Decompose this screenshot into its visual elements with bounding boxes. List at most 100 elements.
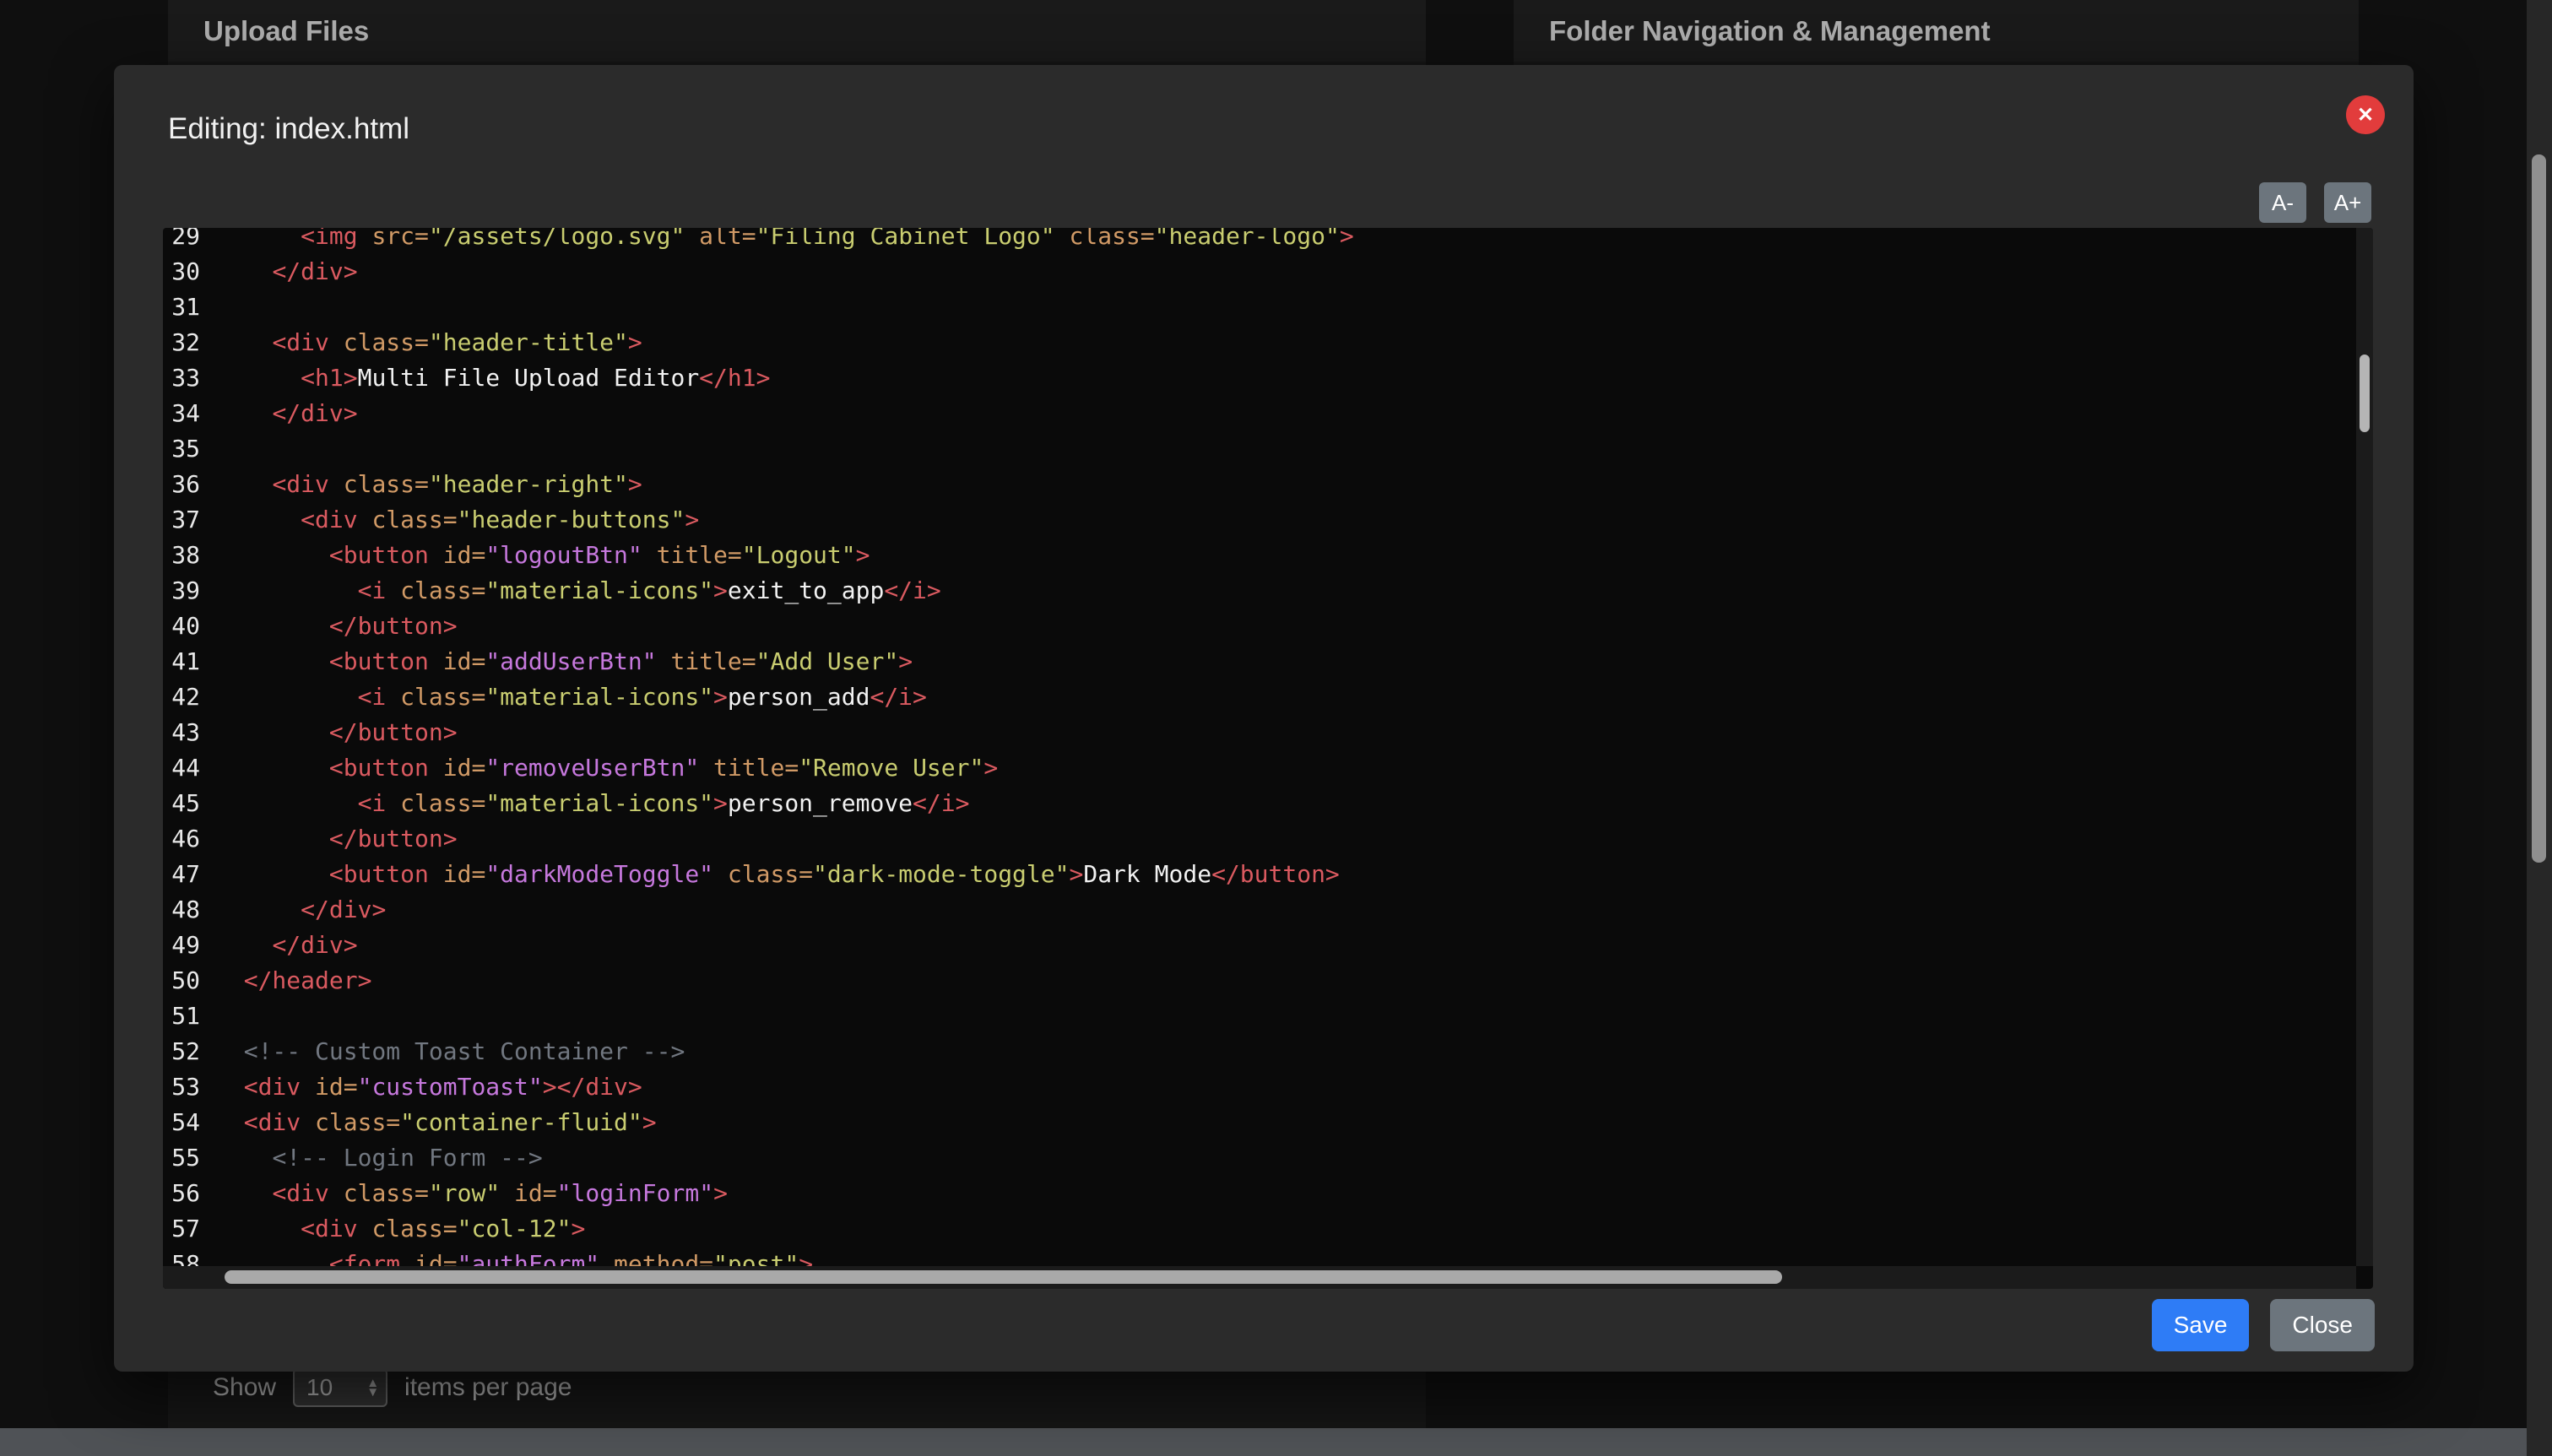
font-decrease-button[interactable]: A- [2259, 182, 2306, 223]
line-number: 44 [163, 750, 200, 786]
code-line: 33 <h1>Multi File Upload Editor</h1> [163, 360, 2356, 396]
code-line: 29 <img src="/assets/logo.svg" alt="Fili… [163, 228, 2356, 254]
modal-title: Editing: index.html [168, 112, 409, 146]
code-text: </button> [200, 821, 458, 857]
code-text: </div> [200, 892, 386, 928]
code-text: <div class="row" id="loginForm"> [200, 1176, 728, 1211]
line-number: 32 [163, 325, 200, 360]
code-line: 46 </button> [163, 821, 2356, 857]
line-number: 46 [163, 821, 200, 857]
line-number: 39 [163, 573, 200, 609]
font-increase-button[interactable]: A+ [2324, 182, 2371, 223]
code-text [200, 999, 215, 1034]
line-number: 56 [163, 1176, 200, 1211]
code-line: 42 <i class="material-icons">person_add<… [163, 679, 2356, 715]
code-line: 45 <i class="material-icons">person_remo… [163, 786, 2356, 821]
code-text: </div> [200, 928, 358, 963]
code-line: 56 <div class="row" id="loginForm"> [163, 1176, 2356, 1211]
code-viewport: 29 <img src="/assets/logo.svg" alt="Fili… [163, 228, 2356, 1266]
code-text: <div class="header-right"> [200, 467, 642, 502]
code-text [200, 431, 215, 467]
line-number: 47 [163, 857, 200, 892]
line-number: 29 [163, 228, 200, 254]
line-number: 36 [163, 467, 200, 502]
line-number: 33 [163, 360, 200, 396]
code-text: </header> [200, 963, 371, 999]
line-number: 43 [163, 715, 200, 750]
code-text [200, 290, 215, 325]
code-text: </button> [200, 609, 458, 644]
code-text: <i class="material-icons">person_remove<… [200, 786, 969, 821]
code-line: 50 </header> [163, 963, 2356, 999]
code-line: 54 <div class="container-fluid"> [163, 1105, 2356, 1140]
code-line: 36 <div class="header-right"> [163, 467, 2356, 502]
code-line: 49 </div> [163, 928, 2356, 963]
line-number: 49 [163, 928, 200, 963]
code-text: <!-- Custom Toast Container --> [200, 1034, 685, 1069]
code-line: 57 <div class="col-12"> [163, 1211, 2356, 1247]
code-line: 41 <button id="addUserBtn" title="Add Us… [163, 644, 2356, 679]
line-number: 55 [163, 1140, 200, 1176]
line-number: 42 [163, 679, 200, 715]
code-text: <div class="header-buttons"> [200, 502, 699, 538]
code-text: <div id="customToast"></div> [200, 1069, 642, 1105]
code-text: <h1>Multi File Upload Editor</h1> [200, 360, 770, 396]
save-button[interactable]: Save [2152, 1299, 2250, 1351]
font-size-controls: A- A+ [2259, 182, 2371, 223]
close-button[interactable]: Close [2270, 1299, 2375, 1351]
code-text: </div> [200, 254, 358, 290]
editor-horizontal-scrollbar-thumb[interactable] [225, 1270, 1782, 1284]
modal-close-icon-button[interactable]: ✕ [2346, 95, 2385, 134]
editor-vertical-scrollbar-thumb[interactable] [2360, 355, 2370, 432]
code-line: 43 </button> [163, 715, 2356, 750]
code-text: <i class="material-icons">exit_to_app</i… [200, 573, 941, 609]
line-number: 53 [163, 1069, 200, 1105]
line-number: 48 [163, 892, 200, 928]
line-number: 38 [163, 538, 200, 573]
code-text: </button> [200, 715, 458, 750]
code-line: 52 <!-- Custom Toast Container --> [163, 1034, 2356, 1069]
line-number: 50 [163, 963, 200, 999]
code-text: <button id="removeUserBtn" title="Remove… [200, 750, 998, 786]
code-text: <img src="/assets/logo.svg" alt="Filing … [200, 228, 1354, 254]
line-number: 34 [163, 396, 200, 431]
code-line: 30 </div> [163, 254, 2356, 290]
code-text: <button id="logoutBtn" title="Logout"> [200, 538, 870, 573]
line-number: 37 [163, 502, 200, 538]
line-number: 57 [163, 1211, 200, 1247]
line-number: 35 [163, 431, 200, 467]
code-line: 38 <button id="logoutBtn" title="Logout"… [163, 538, 2356, 573]
close-icon: ✕ [2357, 103, 2374, 127]
code-text: <button id="darkModeToggle" class="dark-… [200, 857, 1340, 892]
line-number: 52 [163, 1034, 200, 1069]
code-editor[interactable]: 29 <img src="/assets/logo.svg" alt="Fili… [163, 228, 2373, 1289]
line-number: 40 [163, 609, 200, 644]
modal-footer: Save Close [2152, 1299, 2375, 1351]
code-text: <i class="material-icons">person_add</i> [200, 679, 927, 715]
line-number: 58 [163, 1247, 200, 1266]
code-line: 44 <button id="removeUserBtn" title="Rem… [163, 750, 2356, 786]
code-line: 31 [163, 290, 2356, 325]
code-line: 35 [163, 431, 2356, 467]
code-line: 47 <button id="darkModeToggle" class="da… [163, 857, 2356, 892]
code-text: <button id="addUserBtn" title="Add User"… [200, 644, 913, 679]
line-number: 54 [163, 1105, 200, 1140]
code-text: <!-- Login Form --> [200, 1140, 543, 1176]
code-text: <div class="header-title"> [200, 325, 642, 360]
browser-scrollbar-thumb[interactable] [2532, 154, 2546, 863]
code-line: 34 </div> [163, 396, 2356, 431]
editor-vertical-scrollbar[interactable] [2356, 228, 2373, 1266]
browser-scrollbar[interactable] [2527, 0, 2552, 1456]
code-line: 32 <div class="header-title"> [163, 325, 2356, 360]
code-text: <div class="container-fluid"> [200, 1105, 657, 1140]
code-line: 39 <i class="material-icons">exit_to_app… [163, 573, 2356, 609]
editor-horizontal-scrollbar[interactable] [163, 1266, 2356, 1289]
line-number: 41 [163, 644, 200, 679]
edit-file-modal: Editing: index.html ✕ A- A+ 29 <img src=… [114, 65, 2414, 1372]
line-number: 51 [163, 999, 200, 1034]
code-line: 55 <!-- Login Form --> [163, 1140, 2356, 1176]
code-text: <form id="authForm" method="post"> [200, 1247, 813, 1266]
code-line: 48 </div> [163, 892, 2356, 928]
code-line: 40 </button> [163, 609, 2356, 644]
code-text: <div class="col-12"> [200, 1211, 585, 1247]
